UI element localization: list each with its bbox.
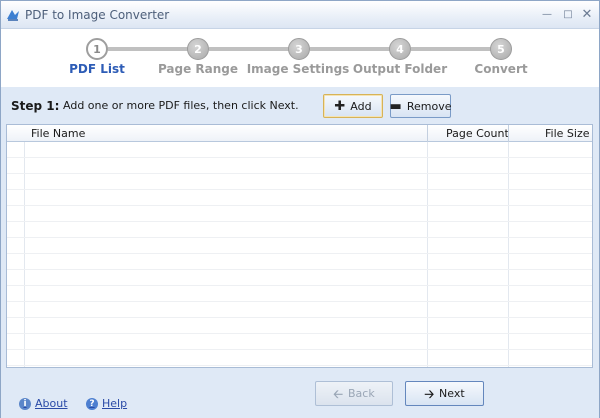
help-link[interactable]: ? Help <box>86 397 127 410</box>
step-2-circle: 2 <box>187 38 209 60</box>
pdf-file-list[interactable]: File Name Page Count File Size <box>6 124 593 368</box>
plus-icon: ✚ <box>334 98 346 114</box>
step-4-label: Output Folder <box>352 62 448 76</box>
add-button[interactable]: ✚ Add <box>323 94 383 118</box>
step-5-circle: 5 <box>490 38 512 60</box>
app-logo-icon <box>7 10 19 21</box>
about-link[interactable]: i About <box>19 397 68 410</box>
header-divider[interactable] <box>427 125 428 142</box>
title-bar[interactable]: PDF to Image Converter — □ ✕ <box>1 1 599 29</box>
list-item <box>7 270 592 286</box>
step-4-circle: 4 <box>389 38 411 60</box>
remove-button[interactable]: ▬ Remove <box>390 94 451 118</box>
step-instruction: Add one or more PDF files, then click Ne… <box>63 99 299 112</box>
list-item <box>7 286 592 302</box>
list-item <box>7 222 592 238</box>
window-title: PDF to Image Converter <box>25 8 170 22</box>
list-item <box>7 174 592 190</box>
help-icon: ? <box>86 397 98 410</box>
back-button-label: Back <box>348 387 375 400</box>
footer-bar: i About ? Help 🡠 Back 🡢 Next <box>1 368 599 418</box>
step-3-label: Image Settings <box>246 62 350 76</box>
list-item <box>7 238 592 254</box>
list-item <box>7 254 592 270</box>
minus-icon: ▬ <box>389 98 402 114</box>
wizard-steps: 1 2 3 4 5 PDF List Page Range Image Sett… <box>1 29 599 87</box>
app-window: PDF to Image Converter — □ ✕ 1 2 3 4 5 P… <box>0 0 600 418</box>
column-header-page-count[interactable]: Page Count <box>446 127 509 140</box>
add-button-label: Add <box>350 99 372 113</box>
minimize-icon[interactable]: — <box>539 7 555 21</box>
close-icon[interactable]: ✕ <box>579 7 595 22</box>
list-header: File Name Page Count File Size <box>7 125 592 142</box>
list-item <box>7 350 592 366</box>
remove-button-label: Remove <box>406 99 452 113</box>
header-divider[interactable] <box>508 125 509 142</box>
column-header-file-name[interactable]: File Name <box>31 127 85 140</box>
step-1-circle: 1 <box>86 38 108 60</box>
info-icon: i <box>19 397 31 410</box>
maximize-icon[interactable]: □ <box>560 7 576 21</box>
list-item <box>7 206 592 222</box>
arrow-left-icon: 🡠 <box>333 386 343 401</box>
list-item <box>7 302 592 318</box>
help-link-label: Help <box>102 397 128 410</box>
list-item <box>7 190 592 206</box>
column-header-file-size[interactable]: File Size <box>545 127 589 140</box>
step-2-label: Page Range <box>157 62 239 76</box>
list-item <box>7 334 592 350</box>
arrow-right-icon: 🡢 <box>424 386 435 401</box>
step-action-bar: Step 1: Add one or more PDF files, then … <box>1 87 599 124</box>
next-button-label: Next <box>439 387 465 400</box>
step-3-circle: 3 <box>288 38 310 60</box>
step-5-label: Convert <box>474 62 528 76</box>
step-connector <box>310 47 391 51</box>
step-1-label: PDF List <box>69 62 125 76</box>
list-item <box>7 158 592 174</box>
list-item <box>7 318 592 334</box>
step-connector <box>209 47 290 51</box>
back-button[interactable]: 🡠 Back <box>315 381 393 406</box>
about-link-label: About <box>35 397 68 410</box>
step-connector <box>108 47 189 51</box>
step-connector <box>411 47 492 51</box>
list-item <box>7 142 592 158</box>
next-button[interactable]: 🡢 Next <box>405 381 484 406</box>
step-title: Step 1: <box>11 99 60 113</box>
